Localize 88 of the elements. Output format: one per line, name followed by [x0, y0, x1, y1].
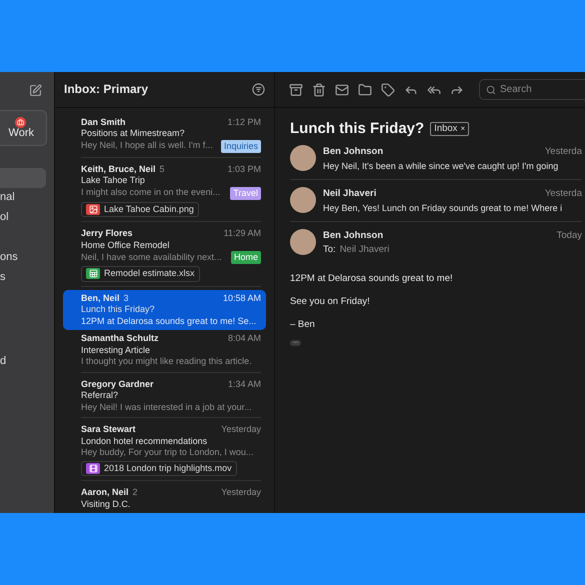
sender-name: Dan Smith — [81, 116, 126, 128]
message-row[interactable]: Keith, Bruce, Neil 5 1:03 PM Lake Tahoe Trip I might also come in on the eveni... Travel Lake Tahoe Cabin.png — [63, 160, 266, 226]
tag-label: Home — [230, 251, 261, 264]
message-time: 1:34 AM — [228, 378, 261, 390]
sender-name: Ben Johnson — [323, 229, 384, 243]
message-time: Today — [556, 229, 582, 243]
message-snippet: Hey Ben, Yes! Lunch on Friday sounds great to me! Where i — [323, 202, 564, 215]
message-subject: Interesting Article — [81, 344, 152, 356]
folder-icon[interactable] — [358, 82, 372, 96]
message-subject: Lunch this Friday? — [81, 304, 156, 316]
filter-icon[interactable] — [252, 82, 265, 96]
trash-icon[interactable] — [312, 82, 326, 96]
message-body-line: See you on Friday! — [290, 295, 371, 309]
message-time: Yesterda — [544, 145, 582, 159]
message-subject: Home Office Remodel — [81, 240, 170, 252]
sender-name: Ben Johnson — [323, 145, 384, 159]
sidebar-item[interactable]: s — [0, 268, 54, 288]
sidebar-item[interactable]: d — [0, 352, 54, 372]
message-preview: 12PM at Delarosa sounds great to me! Se... — [81, 316, 256, 328]
attachment-chip[interactable]: Lake Tahoe Cabin.png — [81, 202, 199, 218]
avatar-placeholder — [290, 187, 316, 213]
message-time: 1:03 PM — [227, 164, 261, 176]
attachment-chip[interactable]: 2018 London trip highlights.mov — [81, 460, 237, 476]
video-file-icon — [86, 462, 100, 474]
tag-label: Inquiries — [220, 140, 261, 153]
message-preview: Neil, I have some availability next... — [81, 252, 222, 264]
message-time: Yesterda — [544, 187, 582, 201]
message-row[interactable]: Gregory Gardner 1:34 AM Referral? Hey Neil! I was interested in a job at your... — [63, 376, 266, 422]
remove-label-button[interactable]: × — [460, 123, 466, 135]
message-row[interactable]: Jerry Flores 11:29 AM Home Office Remodel Neil, I have some availability next... Home Remodel estimate.xlsx — [63, 225, 266, 290]
sender-name: Ben, Neil — [81, 292, 120, 304]
message-body-line: – Ben — [290, 318, 316, 332]
thread-title: Lunch this Friday? — [290, 120, 424, 138]
message-preview: Hey Neil, I hope all is well. I'm f... — [81, 140, 213, 152]
compose-icon[interactable] — [29, 84, 42, 96]
message-subject: Lake Tahoe Trip — [81, 175, 146, 187]
message-subject: Positions at Mimestream? — [81, 128, 186, 140]
message-preview: I thought you might like reading this article. — [81, 356, 252, 368]
message-row[interactable]: Samantha Schultz 8:04 AM Interesting Article I thought you might like reading this article. — [63, 330, 266, 376]
message-subject: London hotel recommendations — [81, 436, 208, 448]
message-row[interactable]: Ben, Neil 3 10:58 AM Lunch this Friday? 12PM at Delarosa sounds great to me! Se... — [63, 290, 266, 330]
sidebar-item[interactable]: ol — [0, 208, 54, 228]
message-time: 1:12 PM — [227, 116, 261, 128]
briefcase-icon — [15, 116, 26, 128]
message-time: 11:29 AM — [224, 228, 261, 240]
recipient-name: Neil Jhaveri — [340, 243, 390, 257]
thread-count: 2 — [132, 487, 138, 499]
message-row[interactable]: Dan Smith 1:12 PM Positions at Mimestream? Hey Neil, I hope all is well. I'm f... Inquiries — [63, 114, 266, 161]
message-snippet: Hey Neil, It's been a while since we've caught up! I'm going — [323, 160, 560, 173]
search-icon — [486, 84, 496, 94]
sender-name: Gregory Gardner — [81, 378, 154, 390]
sender-name: Samantha Schultz — [81, 333, 159, 345]
sender-name: Jerry Flores — [81, 228, 133, 240]
sender-name: Neil Jhaveri — [323, 187, 376, 201]
sender-name: Aaron, Neil — [81, 487, 129, 499]
message-time: Yesterday — [221, 487, 261, 499]
search-field[interactable]: Search — [479, 79, 585, 100]
label-chip[interactable]: Inbox × — [430, 122, 470, 136]
avatar-placeholder — [290, 145, 316, 171]
message-preview: Hey buddy, For your trip to London, I wou... — [81, 447, 254, 459]
avatar-placeholder — [290, 229, 316, 255]
to-label: To: — [323, 243, 336, 257]
spreadsheet-icon — [86, 268, 100, 280]
message-subject: Visiting D.C. — [81, 498, 132, 510]
envelope-icon[interactable] — [335, 82, 349, 96]
sender-name: Keith, Bruce, Neil — [81, 164, 156, 176]
message-time: Yesterday — [221, 424, 261, 436]
message-time: 8:04 AM — [228, 333, 261, 345]
message-preview: I might also come in on the eveni... — [81, 187, 220, 199]
sidebar-item[interactable]: ons — [0, 248, 54, 268]
attachment-chip[interactable]: Remodel estimate.xlsx — [81, 266, 200, 282]
message-body-line: 12PM at Delarosa sounds great to me! — [290, 272, 454, 286]
message-time: 10:58 AM — [222, 292, 261, 304]
message-subject: Referral? — [81, 390, 120, 402]
tag-label: Travel — [230, 186, 261, 200]
tag-icon[interactable] — [381, 82, 395, 96]
thread-count: 3 — [124, 292, 129, 304]
message-row[interactable]: Sara Stewart Yesterday London hotel recommendations Hey buddy, For your trip to London, I wou... 2018 London trip highlights.mov — [63, 421, 266, 484]
image-file-icon — [86, 204, 100, 215]
sender-name: Sara Stewart — [81, 424, 136, 436]
message-preview: Hey Neil! I was interested in a job at your... — [81, 402, 252, 414]
account-card[interactable]: Work — [0, 110, 47, 146]
search-input[interactable]: Search — [500, 84, 532, 96]
thread-count: 5 — [160, 164, 165, 176]
message-row[interactable]: Aaron, Neil 2 Yesterday Visiting D.C. — [63, 484, 266, 513]
sidebar-item[interactable]: nal — [0, 188, 54, 208]
mailbox-title: Inbox: Primary — [64, 84, 148, 96]
archive-icon[interactable] — [289, 82, 303, 96]
